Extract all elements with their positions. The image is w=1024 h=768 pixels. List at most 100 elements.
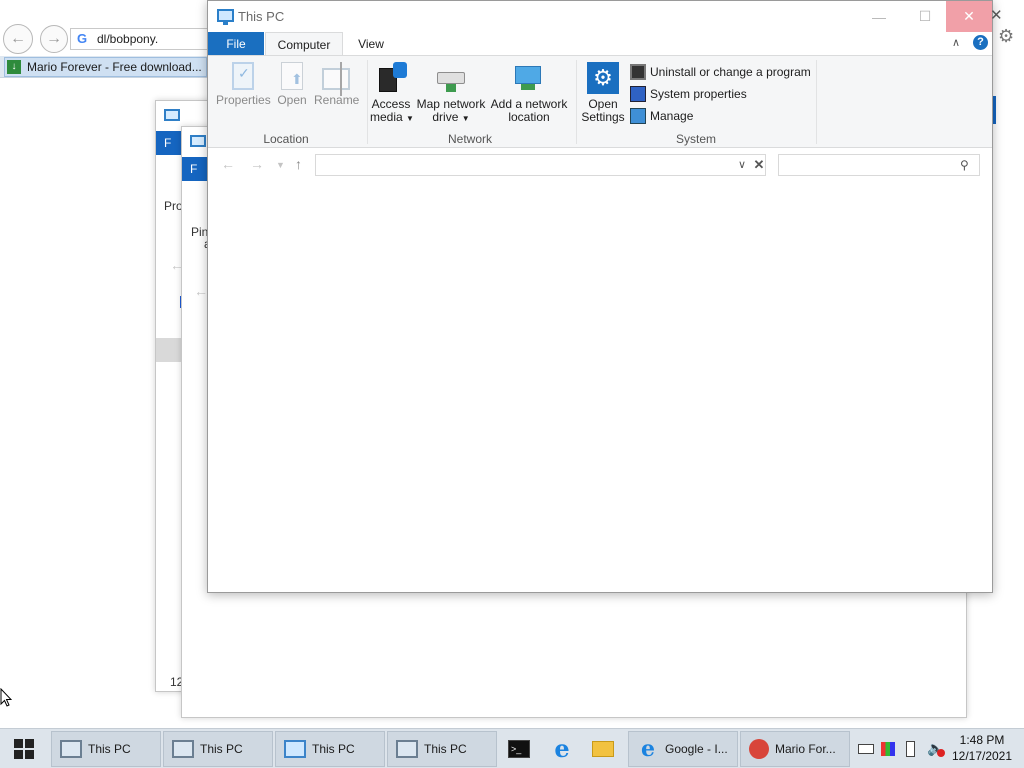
taskbar-pin-internet-explorer[interactable]: e <box>542 731 582 767</box>
address-row: ← → ▼ ↑ ∨ ✕ ⚲ <box>208 149 992 181</box>
taskbar-pin-file-explorer[interactable] <box>583 731 623 767</box>
taskbar-item-label: This PC <box>200 742 243 756</box>
address-dropdown-icon[interactable]: ∨ <box>734 154 750 176</box>
tab-file[interactable]: File <box>208 32 264 56</box>
properties-button[interactable]: Properties <box>216 62 271 107</box>
manage-button[interactable]: Manage <box>630 106 693 126</box>
map-drive-line2: drive <box>432 110 459 124</box>
system-properties-button[interactable]: System properties <box>630 84 747 104</box>
taskbar-item-this-pc-1[interactable]: This PC <box>51 731 161 767</box>
this-pc-icon <box>172 740 194 758</box>
open-button[interactable]: Open <box>274 62 310 107</box>
ribbon: Properties Open Rename Location Access m… <box>208 55 992 148</box>
close-button[interactable]: ✕ <box>946 1 992 32</box>
manage-icon <box>630 108 646 124</box>
group-separator <box>576 60 577 144</box>
bg-file-tab[interactable]: F <box>182 157 208 181</box>
start-button[interactable] <box>0 729 48 768</box>
up-arrow-icon[interactable]: ↑ <box>295 156 302 172</box>
access-media-button[interactable]: Access media ▼ <box>370 62 414 125</box>
bg-back-arrow-icon: ← <box>194 283 208 299</box>
mouse-cursor-icon <box>0 688 12 707</box>
taskbar-item-this-pc-2[interactable]: This PC <box>163 731 273 767</box>
taskbar-item-this-pc-4[interactable]: This PC <box>387 731 497 767</box>
back-arrow-icon[interactable]: ← <box>221 156 235 172</box>
this-pc-window[interactable]: This PC — ☐ ✕ File Computer View ∧ ? Pro… <box>207 0 993 593</box>
dropdown-arrow-icon: ▼ <box>406 114 414 123</box>
rename-label: Rename <box>314 93 360 107</box>
this-pc-icon <box>164 109 180 121</box>
file-list-area[interactable] <box>208 181 992 592</box>
this-pc-icon <box>190 135 206 147</box>
forward-arrow-icon[interactable]: → <box>250 156 264 172</box>
keyboard-icon[interactable] <box>858 744 874 754</box>
taskbar-item-label: Mario For... <box>775 742 836 756</box>
tab-computer[interactable]: Computer <box>265 32 343 56</box>
favorite-item[interactable]: ↓ Mario Forever - Free download... <box>4 56 207 77</box>
internet-explorer-icon: e <box>554 734 570 763</box>
uninstall-program-button[interactable]: Uninstall or change a program <box>630 62 811 82</box>
background-close-icon[interactable]: ✕ <box>990 6 1003 24</box>
add-network-line2: location <box>508 110 550 124</box>
properties-icon <box>232 62 254 90</box>
group-separator <box>367 60 368 144</box>
taskbar-pin-command-prompt[interactable]: >_ <box>499 731 539 767</box>
uninstall-icon <box>630 64 646 80</box>
title-bar[interactable]: This PC — ☐ ✕ <box>208 1 992 32</box>
minimize-button[interactable]: — <box>856 1 902 32</box>
system-properties-icon <box>630 86 646 102</box>
search-input[interactable] <box>778 154 980 176</box>
add-network-location-button[interactable]: Add a network location <box>490 62 568 124</box>
browser-forward-button[interactable]: → <box>40 25 68 53</box>
system-clock[interactable]: 1:48 PM 12/17/2021 <box>948 732 1016 764</box>
address-input[interactable] <box>315 154 766 176</box>
tab-view[interactable]: View <box>345 32 397 56</box>
taskbar-item-label: This PC <box>424 742 467 756</box>
map-network-drive-button[interactable]: Map network drive ▼ <box>415 62 487 125</box>
display-color-icon[interactable] <box>881 742 895 756</box>
taskbar-item-label: This PC <box>88 742 131 756</box>
browser-back-button[interactable]: ← <box>3 24 33 54</box>
favorite-label: Mario Forever - Free download... <box>27 59 202 74</box>
uninstall-label: Uninstall or change a program <box>650 65 811 79</box>
bg-ribbon-label: Pro <box>164 199 183 213</box>
windows-logo-icon <box>14 739 34 759</box>
clock-date: 12/17/2021 <box>951 749 1013 763</box>
group-separator <box>816 60 817 144</box>
this-pc-icon <box>284 740 306 758</box>
usb-device-icon[interactable] <box>906 741 915 757</box>
rename-button[interactable]: Rename <box>314 62 360 107</box>
access-media-line2: media <box>370 110 403 124</box>
maximize-button[interactable]: ☐ <box>902 1 948 32</box>
favorites-bar: ↓ Mario Forever - Free download... <box>0 56 210 78</box>
google-icon: G <box>77 31 88 46</box>
dropdown-arrow-icon: ▼ <box>461 114 470 123</box>
taskbar-item-mario[interactable]: Mario For... <box>740 731 850 767</box>
command-prompt-icon: >_ <box>508 740 530 758</box>
settings-gear-icon: ⚙ <box>587 62 619 94</box>
bg-selected-row <box>156 338 182 362</box>
browser-settings-gear-icon[interactable]: ⚙ <box>998 26 1014 47</box>
access-media-icon <box>377 62 407 94</box>
recent-locations-icon[interactable]: ▼ <box>276 160 285 170</box>
network-location-icon <box>513 62 545 94</box>
collapse-ribbon-icon[interactable]: ∧ <box>952 36 960 49</box>
muted-indicator-icon <box>937 749 945 757</box>
taskbar-item-label: Google - I... <box>665 742 728 756</box>
open-settings-button[interactable]: ⚙ Open Settings <box>580 62 626 124</box>
mario-icon <box>749 739 769 759</box>
help-icon[interactable]: ? <box>973 35 988 50</box>
address-clear-icon[interactable]: ✕ <box>751 154 767 176</box>
browser-address-text: dl/bobpony. <box>97 32 159 46</box>
taskbar-item-label: This PC <box>312 742 355 756</box>
search-icon: ⚲ <box>960 158 969 172</box>
manage-label: Manage <box>650 109 694 123</box>
download-icon: ↓ <box>7 59 21 74</box>
location-group-label: Location <box>263 132 309 146</box>
taskbar-item-this-pc-3[interactable]: This PC <box>275 731 385 767</box>
browser-address-bar[interactable]: G dl/bobpony. <box>70 28 220 50</box>
window-title: This PC <box>238 9 285 24</box>
system-group-label: System <box>675 132 716 146</box>
bg-file-tab[interactable]: F <box>156 131 182 155</box>
taskbar-item-google[interactable]: e Google - I... <box>628 731 738 767</box>
